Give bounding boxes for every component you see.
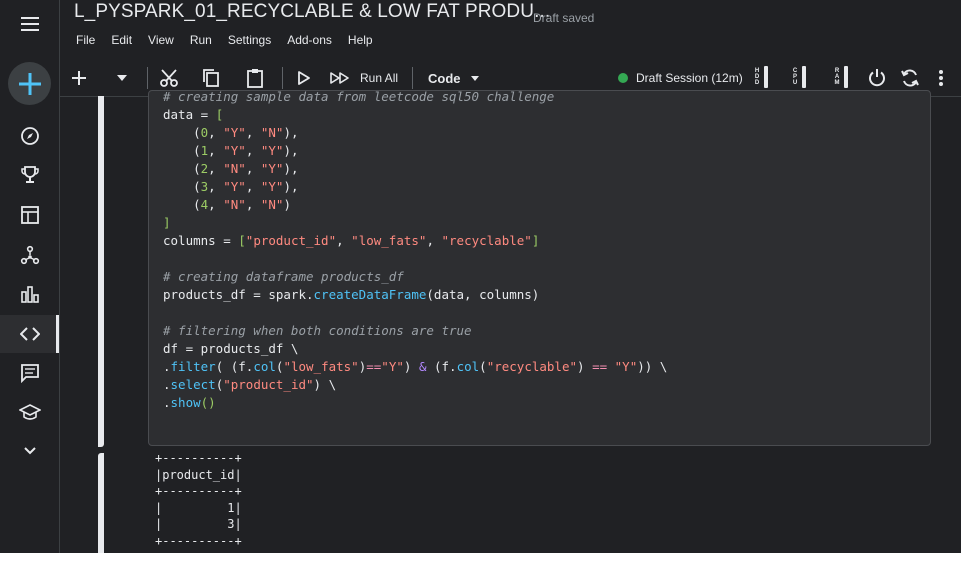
code-line-11: # creating dataframe products_df bbox=[163, 269, 404, 284]
models-nodes-icon[interactable] bbox=[0, 236, 59, 274]
run-all-label: Run All bbox=[360, 71, 399, 85]
run-all-button[interactable]: Run All bbox=[330, 66, 402, 90]
copy-button[interactable] bbox=[200, 66, 222, 90]
menu-bar: File Edit View Run Settings Add-ons Help bbox=[76, 33, 389, 47]
hamburger-menu-icon[interactable] bbox=[0, 5, 59, 43]
clipboard-icon bbox=[247, 69, 263, 88]
cell-output: +----------+ |product_id| +----------+ |… bbox=[155, 450, 242, 549]
code-line-16: .filter( (f.col("low_fats")=="Y") & (f.c… bbox=[163, 359, 668, 374]
menu-run[interactable]: Run bbox=[190, 33, 212, 47]
plus-icon bbox=[18, 72, 41, 95]
menu-settings[interactable]: Settings bbox=[228, 33, 271, 47]
output-line: +----------+ bbox=[155, 484, 242, 498]
menu-view[interactable]: View bbox=[148, 33, 174, 47]
menu-file[interactable]: File bbox=[76, 33, 95, 47]
scissors-icon bbox=[160, 69, 178, 87]
cpu-label: CPU bbox=[792, 68, 798, 86]
code-line-7: (4, "N", "N") bbox=[163, 197, 291, 212]
plus-icon bbox=[72, 71, 86, 85]
add-cell-dropdown-button[interactable] bbox=[112, 66, 132, 90]
menu-add-ons[interactable]: Add-ons bbox=[287, 33, 332, 47]
cut-button[interactable] bbox=[158, 66, 180, 90]
cell-type-label: Code bbox=[428, 70, 461, 86]
output-line: | 1| bbox=[155, 500, 242, 515]
hdd-meter[interactable]: HDD bbox=[754, 66, 768, 88]
menu-help[interactable]: Help bbox=[348, 33, 373, 47]
code-line-5: (2, "N", "Y"), bbox=[163, 161, 299, 176]
ram-usage-bar bbox=[844, 66, 848, 88]
output-line: +----------+ bbox=[155, 451, 242, 465]
save-status: Draft saved bbox=[533, 11, 595, 25]
competitions-trophy-icon[interactable] bbox=[0, 156, 59, 194]
explore-compass-icon[interactable] bbox=[0, 117, 59, 155]
fast-forward-icon bbox=[330, 72, 349, 84]
more-chevron-down-icon[interactable] bbox=[0, 432, 59, 470]
caret-down-icon bbox=[470, 75, 479, 81]
caret-down-icon bbox=[117, 75, 127, 81]
power-icon bbox=[869, 69, 885, 87]
code-editor[interactable]: # creating sample data from leetcode sql… bbox=[163, 88, 667, 412]
add-cell-button[interactable] bbox=[68, 66, 90, 90]
discussions-comment-icon[interactable] bbox=[0, 354, 59, 392]
paste-button[interactable] bbox=[244, 66, 266, 90]
code-line-1: # creating sample data from leetcode sql… bbox=[163, 89, 555, 104]
code-line-4: (1, "Y", "Y"), bbox=[163, 143, 299, 158]
notebook-title[interactable]: L_PYSPARK_01_RECYCLABLE & LOW FAT PRODU.… bbox=[74, 1, 550, 23]
notebook-editor: L_PYSPARK_01_RECYCLABLE & LOW FAT PRODU.… bbox=[0, 0, 961, 553]
output-line: | 3| bbox=[155, 517, 242, 531]
session-label: Draft Session (12m) bbox=[636, 71, 743, 85]
more-vertical-icon bbox=[939, 70, 943, 86]
toolbar-divider bbox=[282, 67, 283, 89]
restart-button[interactable] bbox=[899, 66, 921, 90]
code-line-3: (0, "Y", "N"), bbox=[163, 125, 299, 140]
ram-label: RAM bbox=[834, 68, 840, 86]
left-nav-rail bbox=[0, 0, 60, 553]
code-line-8: ] bbox=[163, 215, 171, 230]
cpu-usage-bar bbox=[802, 66, 806, 88]
output-line: |product_id| bbox=[155, 467, 242, 482]
power-button[interactable] bbox=[866, 66, 888, 90]
code-line-2: data = [ bbox=[163, 107, 224, 122]
cell-type-select[interactable]: Code bbox=[428, 66, 486, 90]
create-button[interactable] bbox=[8, 62, 51, 105]
toolbar-divider bbox=[412, 67, 413, 89]
refresh-icon bbox=[901, 69, 919, 87]
output-line: +----------+ bbox=[155, 533, 242, 548]
hdd-label: HDD bbox=[754, 68, 760, 86]
run-cell-button[interactable] bbox=[294, 66, 314, 90]
code-line-14: # filtering when both conditions are tru… bbox=[163, 323, 472, 338]
menu-edit[interactable]: Edit bbox=[111, 33, 132, 47]
play-icon bbox=[298, 71, 310, 85]
code-brackets-icon[interactable] bbox=[0, 315, 59, 353]
code-line-12: products_df = spark.createDataFrame(data… bbox=[163, 287, 540, 302]
code-line-15: df = products_df \ bbox=[163, 341, 299, 356]
cpu-meter[interactable]: CPU bbox=[792, 66, 806, 88]
learn-graduation-cap-icon[interactable] bbox=[0, 394, 59, 432]
code-line-6: (3, "Y", "Y"), bbox=[163, 179, 299, 194]
more-options-button[interactable] bbox=[932, 66, 950, 90]
code-line-17: .select("product_id") \ bbox=[163, 377, 337, 392]
output-cell-indicator bbox=[98, 453, 104, 553]
ram-meter[interactable]: RAM bbox=[834, 66, 848, 88]
datasets-table-icon[interactable] bbox=[0, 196, 59, 234]
toolbar-divider bbox=[147, 67, 148, 89]
leaderboard-chart-icon[interactable] bbox=[0, 275, 59, 313]
copy-icon bbox=[203, 69, 219, 87]
code-line-18: .show() bbox=[163, 395, 216, 410]
selected-cell-indicator bbox=[98, 96, 104, 447]
hdd-usage-bar bbox=[764, 66, 768, 88]
session-status-dot bbox=[618, 73, 628, 83]
code-line-9: columns = ["product_id", "low_fats", "re… bbox=[163, 233, 540, 248]
session-status-button[interactable]: Draft Session (12m) bbox=[618, 66, 744, 90]
